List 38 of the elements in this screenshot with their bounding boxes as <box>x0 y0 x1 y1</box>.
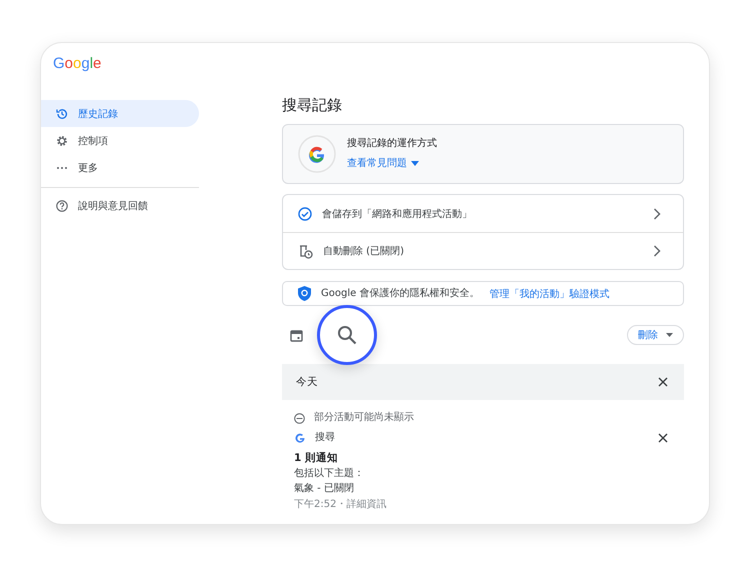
caret-icon <box>411 160 419 166</box>
search-icon <box>337 325 357 345</box>
notice-text: 部分活動可能尚未顯示 <box>314 412 414 424</box>
setting-row[interactable]: 自動刪除 (已關閉) <box>283 232 683 269</box>
entry-text: 包括以下主題： <box>294 468 365 480</box>
history-icon <box>56 108 68 120</box>
sidebar-item[interactable]: 控制項 <box>41 127 199 154</box>
faq-link[interactable]: 查看常見問題 <box>347 156 419 170</box>
delete-button[interactable]: 刪除 <box>627 325 684 345</box>
help-icon <box>56 200 68 212</box>
close-icon[interactable] <box>658 377 668 387</box>
entry-heading: 1 則通知 <box>294 452 339 465</box>
info-title: 搜尋記錄的運作方式 <box>347 138 437 150</box>
trash-clock-icon <box>298 244 313 258</box>
day-title: 今天 <box>296 376 318 388</box>
chevron-right-icon <box>653 245 661 257</box>
entry-text: 氣象 - 已關閉 <box>294 482 355 495</box>
privacy-text: Google 會保護你的隱私權和安全。 <box>321 288 480 300</box>
google-g-icon <box>297 134 337 174</box>
more-icon <box>56 166 68 170</box>
close-icon[interactable] <box>658 433 668 443</box>
sidebar-item[interactable]: 更多 <box>41 154 199 181</box>
settings-icon <box>56 134 68 146</box>
page-title: 搜尋記錄 <box>282 96 342 114</box>
caret-icon <box>666 333 673 337</box>
sidebar-item[interactable]: 歷史記錄 <box>41 100 199 127</box>
google-logo: Google <box>53 55 102 72</box>
verification-link[interactable]: 管理「我的活動」驗證模式 <box>489 286 610 300</box>
entry-meta: 下午2:52・詳細資訊 <box>294 498 388 511</box>
pending-icon <box>294 412 305 424</box>
google-g-icon <box>295 433 305 443</box>
sidebar-item[interactable]: 說明與意見回饋 <box>41 192 199 219</box>
chevron-right-icon <box>653 208 661 220</box>
source-label: 搜尋 <box>315 432 336 444</box>
calendar-icon[interactable] <box>290 328 303 342</box>
check-circle-icon <box>298 206 312 220</box>
setting-row[interactable]: 會儲存到「網路和應用程式活動」 <box>283 195 683 232</box>
shield-icon <box>298 286 311 301</box>
